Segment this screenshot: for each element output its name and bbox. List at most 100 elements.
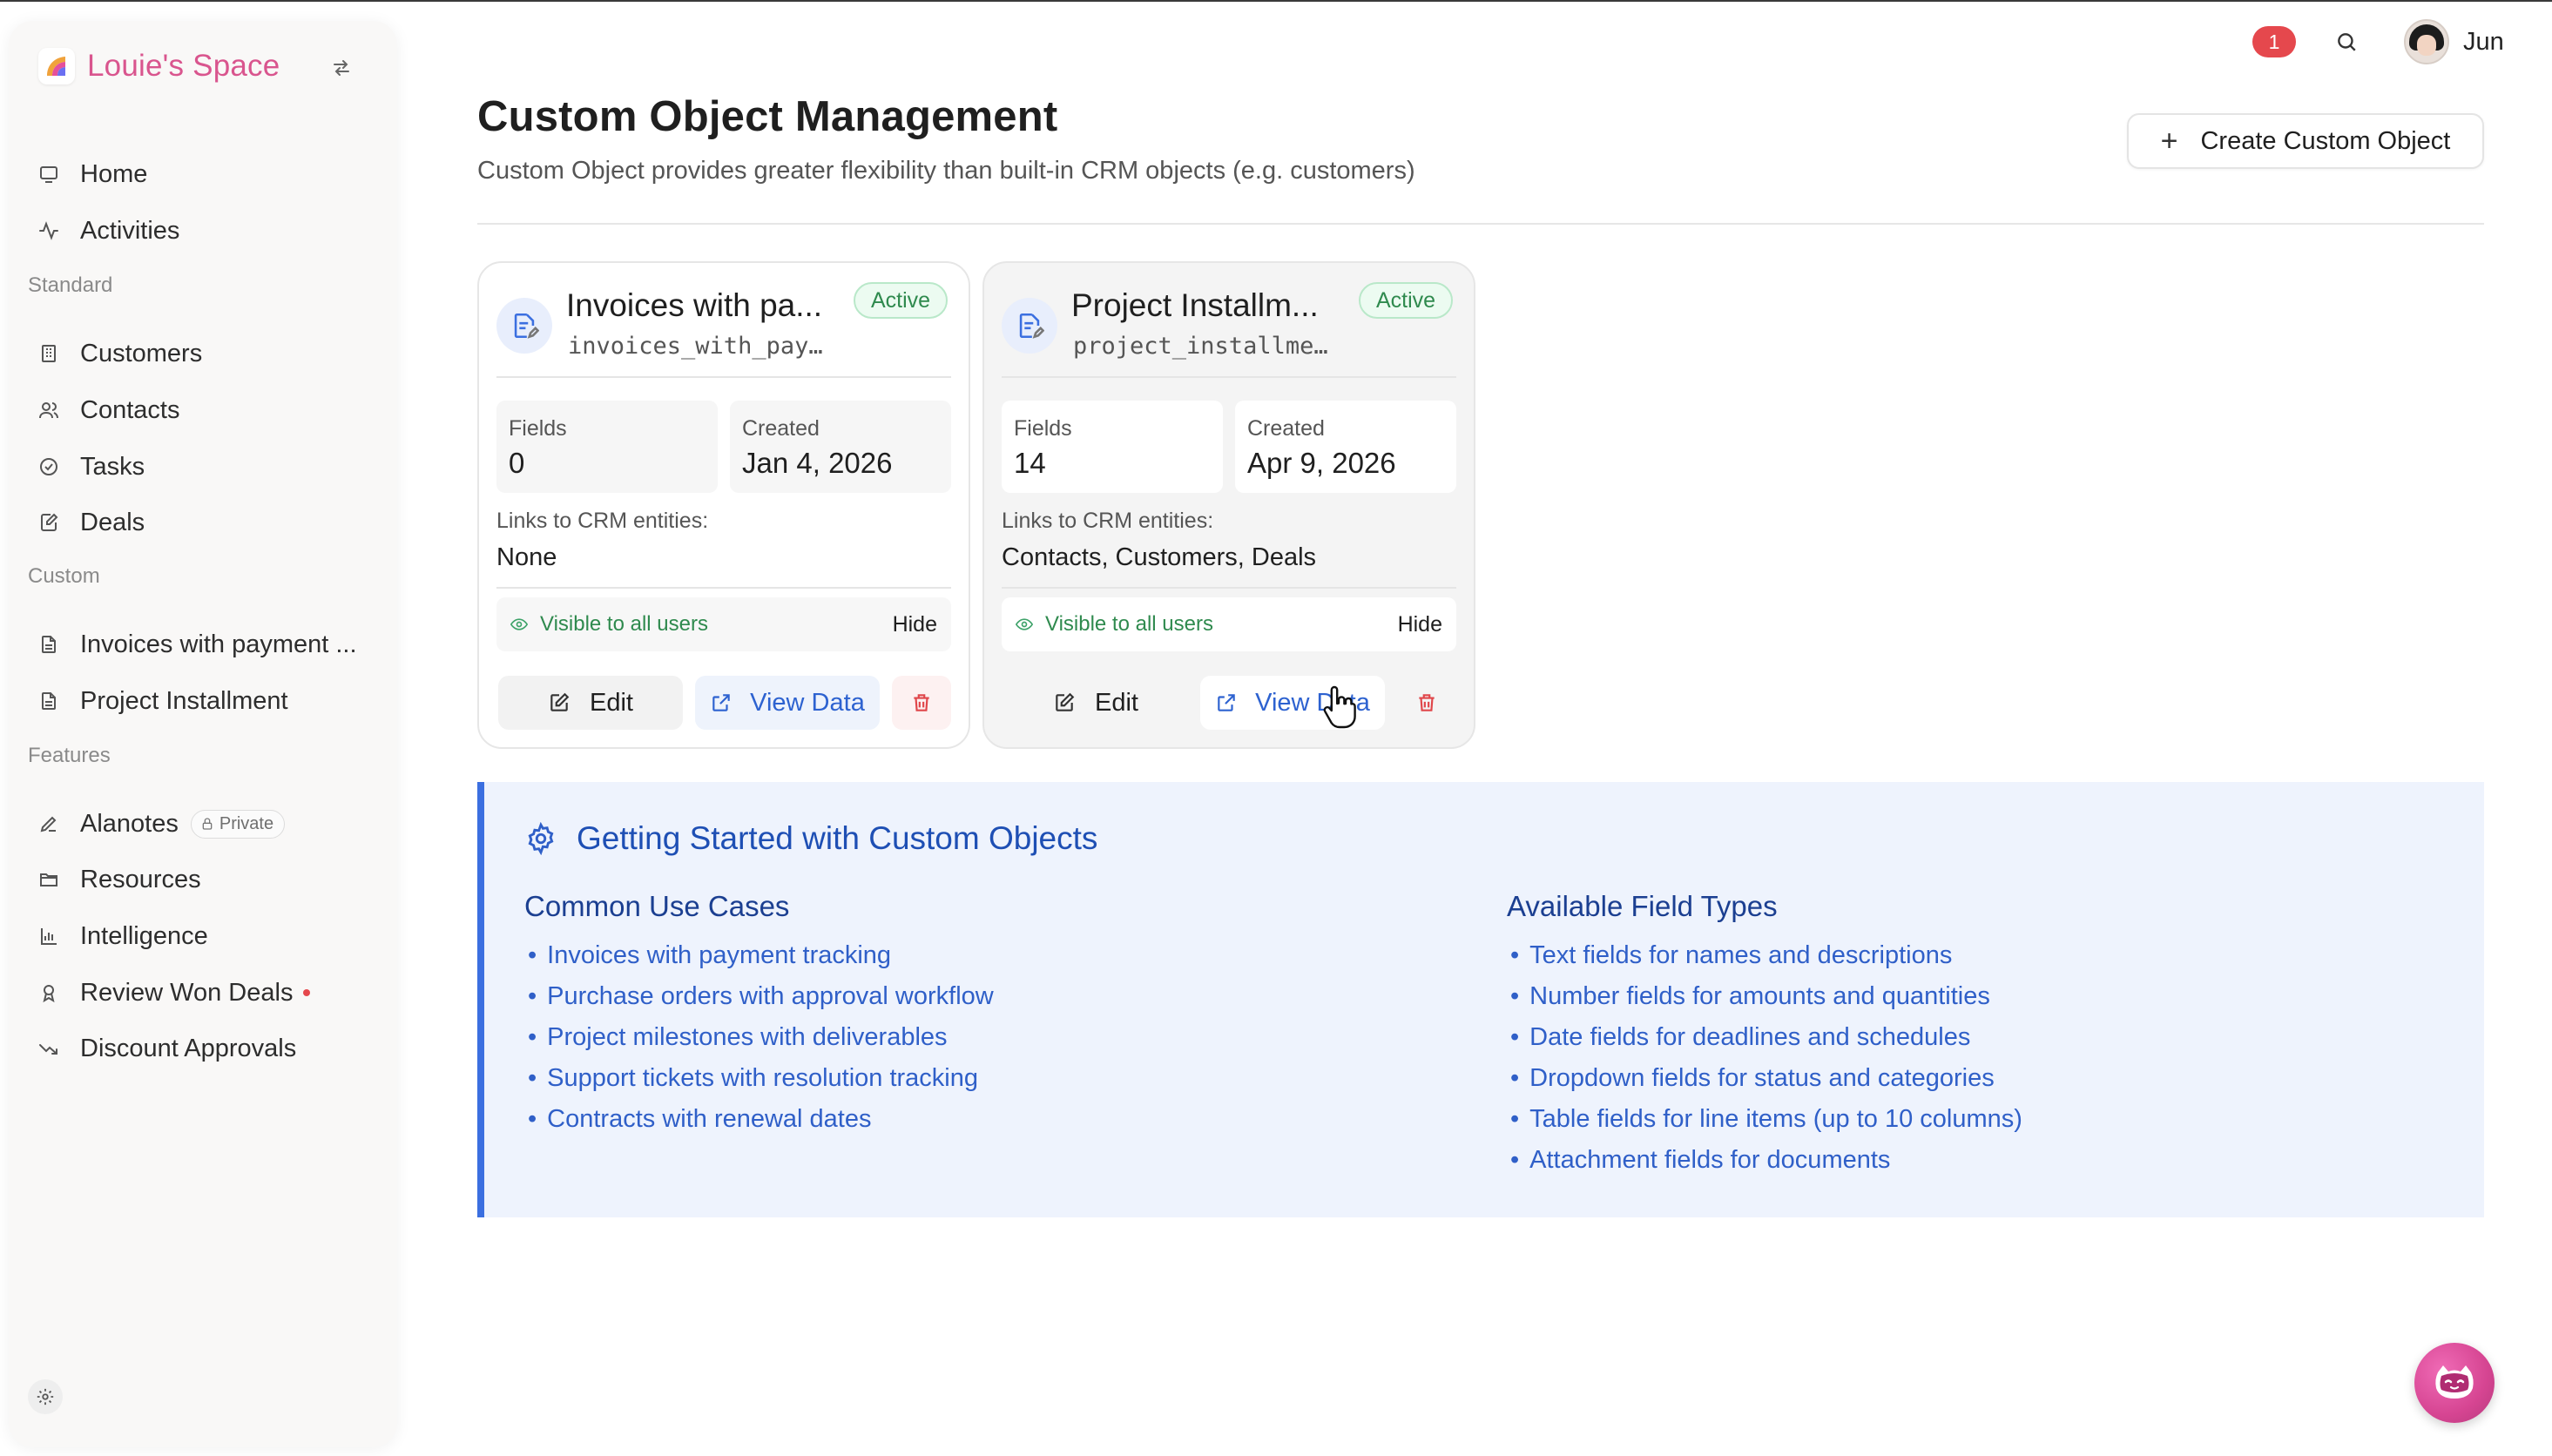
- visibility-text: Visible to all users: [1045, 612, 1213, 636]
- sidebar-item-label: Alanotes: [80, 809, 179, 838]
- sidebar-item-label: Activities: [80, 216, 180, 245]
- create-button-label: Create Custom Object: [2200, 126, 2451, 155]
- use-cases-title: Common Use Cases: [524, 890, 790, 922]
- sidebar: Louie's Space Home Activities Standard C…: [9, 21, 397, 1447]
- assistant-bot-button[interactable]: [2414, 1343, 2495, 1423]
- sidebar-item-label: Deals: [80, 508, 145, 536]
- user-menu[interactable]: Jun: [2404, 19, 2504, 64]
- links-label: Links to CRM entities:: [1002, 509, 1214, 533]
- edit-button[interactable]: Edit: [1003, 676, 1188, 730]
- sidebar-item-label: Review Won Deals: [80, 978, 294, 1007]
- create-custom-object-button[interactable]: + Create Custom Object: [2127, 113, 2484, 169]
- sidebar-item-intelligence[interactable]: Intelligence: [37, 912, 208, 961]
- edit-label: Edit: [590, 688, 633, 717]
- delete-trash-icon[interactable]: [1397, 676, 1456, 730]
- list-item: Support tickets with resolution tracking: [524, 1058, 994, 1099]
- plus-icon: +: [2160, 125, 2178, 158]
- users-icon: [37, 398, 61, 422]
- collapse-sidebar-icon[interactable]: [324, 51, 359, 85]
- sidebar-item-customers[interactable]: Customers: [37, 329, 202, 378]
- sidebar-item-alanotes[interactable]: Alanotes Private: [37, 799, 286, 848]
- sidebar-item-resources[interactable]: Resources: [37, 855, 201, 904]
- building-icon: [37, 341, 61, 366]
- new-indicator-dot: [303, 989, 311, 996]
- hide-button[interactable]: Hide: [893, 612, 937, 637]
- getting-started-title: Getting Started with Custom Objects: [577, 820, 1098, 856]
- list-item: Date fields for deadlines and schedules: [1507, 1017, 2022, 1058]
- view-data-button[interactable]: View Data: [1200, 676, 1385, 730]
- sidebar-item-home[interactable]: Home: [37, 150, 147, 199]
- award-icon: [37, 981, 61, 1005]
- sidebar-item-activities[interactable]: Activities: [37, 206, 179, 255]
- brand-name: Louie's Space: [87, 49, 280, 83]
- visibility-text: Visible to all users: [540, 612, 708, 636]
- field-types-title: Available Field Types: [1507, 890, 1778, 922]
- divider: [496, 587, 951, 589]
- search-icon[interactable]: [2331, 26, 2362, 57]
- card-api-key: project_installme...: [1073, 333, 1334, 360]
- card-title: Project Installm...: [1071, 287, 1319, 323]
- edit-button[interactable]: Edit: [498, 676, 683, 730]
- view-data-button[interactable]: View Data: [695, 676, 880, 730]
- document-edit-icon: [496, 298, 552, 354]
- fields-label: Fields: [1014, 416, 1072, 441]
- sidebar-item-tasks[interactable]: Tasks: [37, 442, 145, 491]
- folder-icon: [37, 867, 61, 892]
- notification-badge[interactable]: 1: [2252, 26, 2296, 57]
- external-link-icon: [1215, 691, 1238, 714]
- sidebar-item-label: Home: [80, 159, 148, 188]
- list-item: Purchase orders with approval workflow: [524, 976, 994, 1017]
- pen-icon: [37, 812, 61, 836]
- links-value: Contacts, Customers, Deals: [1002, 543, 1317, 571]
- bar-chart-icon: [37, 924, 61, 948]
- gear-icon: [524, 822, 557, 855]
- hand-cursor-icon: [1323, 685, 1356, 729]
- custom-object-card[interactable]: Project Installm... project_installme...…: [982, 261, 1475, 749]
- cat-face-icon: [2435, 1365, 2474, 1399]
- section-label-standard: Standard: [28, 273, 113, 297]
- sidebar-item-invoices[interactable]: Invoices with payment ...: [37, 620, 357, 669]
- eye-icon: [510, 616, 528, 633]
- divider: [1002, 587, 1456, 589]
- brand-logo: [38, 48, 75, 84]
- links-label: Links to CRM entities:: [496, 509, 709, 533]
- created-stat: Created Apr 9, 2026: [1235, 401, 1456, 493]
- trending-down-icon: [37, 1036, 61, 1061]
- document-icon: [37, 632, 61, 657]
- private-badge: Private: [190, 809, 286, 839]
- eye-icon: [1016, 616, 1033, 633]
- sidebar-item-review-won-deals[interactable]: Review Won Deals: [37, 968, 311, 1017]
- sidebar-item-label: Resources: [80, 865, 201, 893]
- created-label: Created: [1247, 416, 1325, 441]
- list-item: Contracts with renewal dates: [524, 1099, 994, 1140]
- list-item: Project milestones with deliverables: [524, 1017, 994, 1058]
- section-label-custom: Custom: [28, 564, 100, 588]
- hide-button[interactable]: Hide: [1398, 612, 1442, 637]
- edit-doc-icon: [37, 510, 61, 535]
- created-date: Jan 4, 2026: [742, 447, 893, 479]
- sidebar-item-project-installment[interactable]: Project Installment: [37, 677, 288, 725]
- sidebar-item-label: Project Installment: [80, 686, 288, 715]
- custom-object-card[interactable]: Invoices with pa... invoices_with_pay...…: [477, 261, 970, 749]
- list-item: Attachment fields for documents: [1507, 1140, 2022, 1181]
- created-date: Apr 9, 2026: [1247, 447, 1396, 479]
- view-data-label: View Data: [750, 688, 865, 717]
- window-top-border: [0, 0, 2552, 2]
- activity-icon: [37, 219, 61, 243]
- getting-started-header: Getting Started with Custom Objects: [524, 820, 1097, 857]
- lock-icon: [202, 818, 213, 830]
- delete-trash-icon[interactable]: [892, 676, 951, 730]
- document-icon: [37, 689, 61, 713]
- sidebar-item-label: Invoices with payment ...: [80, 630, 357, 658]
- settings-gear-icon[interactable]: [28, 1379, 63, 1414]
- status-badge: Active: [1359, 282, 1454, 319]
- check-circle-icon: [37, 455, 61, 479]
- sidebar-item-contacts[interactable]: Contacts: [37, 386, 179, 435]
- list-item: Table fields for line items (up to 10 co…: [1507, 1099, 2022, 1140]
- user-name: Jun: [2463, 27, 2504, 56]
- sidebar-item-label: Contacts: [80, 395, 180, 424]
- sidebar-item-deals[interactable]: Deals: [37, 498, 145, 547]
- brand[interactable]: Louie's Space: [38, 45, 280, 87]
- field-types-list: Text fields for names and descriptions N…: [1507, 935, 2022, 1181]
- sidebar-item-discount-approvals[interactable]: Discount Approvals: [37, 1024, 296, 1073]
